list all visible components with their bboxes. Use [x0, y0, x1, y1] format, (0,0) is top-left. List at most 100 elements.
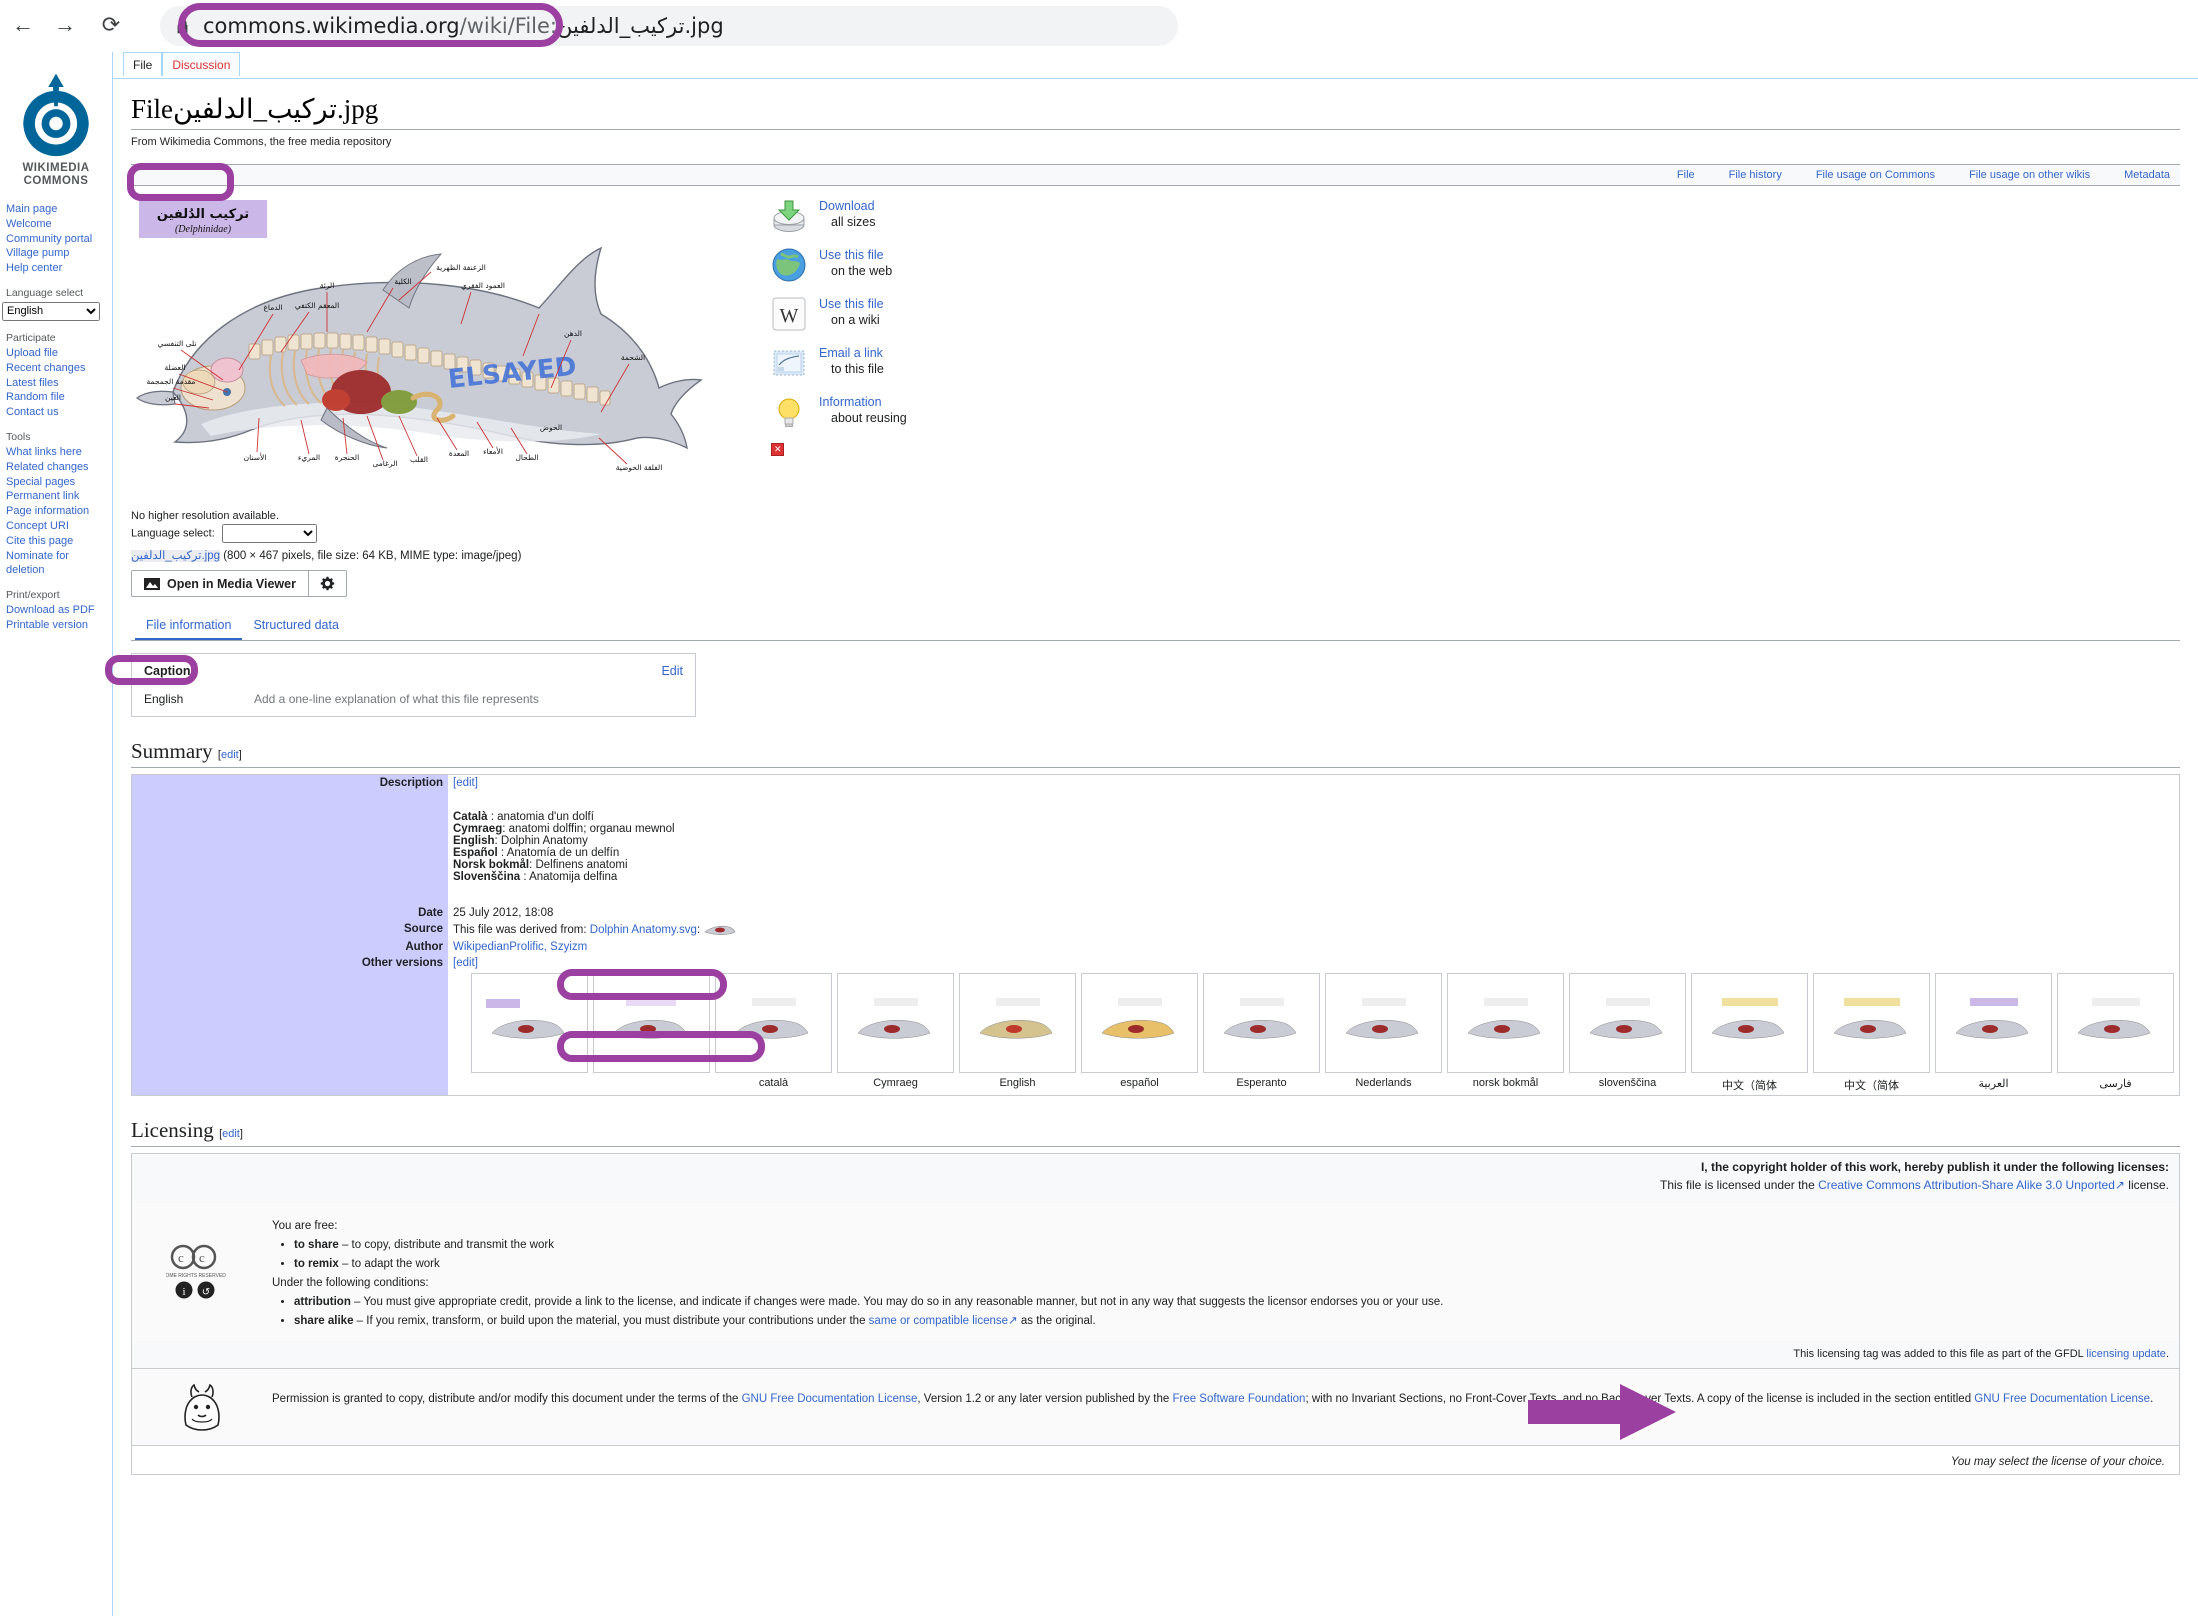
gallery-item[interactable]: norsk bokmål — [1447, 973, 1564, 1093]
forward-button[interactable]: → — [48, 8, 82, 42]
sidebar-item-special-pages[interactable]: Special pages — [6, 476, 75, 488]
sidebar-item-what-links-here[interactable]: What links here — [6, 446, 82, 458]
gallery-item[interactable]: 中文（简体 — [1813, 973, 1930, 1093]
gallery-item[interactable]: slovenščina — [1569, 973, 1686, 1093]
sidebar-item-random-file[interactable]: Random file — [6, 391, 65, 403]
caption-placeholder[interactable]: Add a one-line explanation of what this … — [254, 692, 539, 706]
gallery-item[interactable]: Esperanto — [1203, 973, 1320, 1093]
wikimedia-commons-logo[interactable] — [8, 64, 104, 160]
tab-structured-data[interactable]: Structured data — [242, 613, 349, 638]
license-link[interactable]: Creative Commons Attribution-Share Alike… — [1818, 1178, 2115, 1192]
gallery-thumb[interactable] — [1203, 973, 1320, 1073]
compatible-license-link[interactable]: same or compatible license — [869, 1315, 1008, 1327]
file-name-link[interactable]: تركيب_الدلفين.jpg — [131, 550, 220, 562]
tab-rule — [113, 78, 2198, 79]
gallery-item[interactable]: العربية — [1935, 973, 2052, 1093]
tab-file-information[interactable]: File information — [135, 613, 242, 640]
summary-edit-link[interactable]: edit — [221, 749, 239, 761]
description-lang-line: Norsk bokmål: Delfinens anatomi — [453, 859, 2174, 871]
gfdl-link-3[interactable]: GNU Free Documentation License — [1974, 1393, 2150, 1405]
reuse-option-web[interactable]: Use this file on the web — [771, 247, 1191, 291]
sidebar-item-download-as-pdf[interactable]: Download as PDF — [6, 604, 95, 616]
toc-file-usage-other-wikis[interactable]: File usage on other wikis — [1969, 169, 2090, 181]
gallery-item[interactable]: فارسی — [2057, 973, 2174, 1093]
gallery-thumb[interactable] — [1447, 973, 1564, 1073]
gallery-thumb[interactable] — [1813, 973, 1930, 1073]
captions-edit-link[interactable]: Edit — [661, 664, 683, 678]
sidebar-item-nominate-for-deletion[interactable]: Nominate for deletion — [6, 550, 69, 577]
use-on-web-link[interactable]: Use this file — [819, 248, 884, 262]
sidebar-item-village-pump[interactable]: Village pump — [6, 247, 69, 259]
description-value: [edit] Català : anatomia d'un dolfí Cymr… — [448, 775, 2180, 906]
gallery-thumb[interactable] — [1691, 973, 1808, 1073]
gallery-caption: Nederlands — [1325, 1077, 1442, 1089]
gallery-thumb[interactable] — [1569, 973, 1686, 1073]
reuse-option-email[interactable]: Email a link to this file — [771, 345, 1191, 389]
sidebar-item-related-changes[interactable]: Related changes — [6, 461, 89, 473]
gallery-item[interactable]: Cymraeg — [837, 973, 954, 1093]
other-versions-edit-link[interactable]: [edit] — [453, 957, 2174, 969]
sidebar-item-recent-changes[interactable]: Recent changes — [6, 362, 86, 374]
language-select[interactable]: English — [2, 302, 100, 321]
sidebar-item-printable-version[interactable]: Printable version — [6, 619, 88, 631]
gallery-thumb[interactable] — [1935, 973, 2052, 1073]
licensing-update-link[interactable]: licensing update — [2086, 1348, 2166, 1360]
author-link[interactable]: WikipedianProlific, Szyizm — [453, 941, 587, 953]
full-image-link[interactable]: تركيب الدُلفين (Delphinidae) — [131, 192, 731, 502]
toc-file[interactable]: File — [1677, 169, 1695, 181]
information-link[interactable]: Information — [819, 395, 882, 409]
image-label: الدهن — [564, 329, 582, 338]
toc-file-history[interactable]: File history — [1729, 169, 1782, 181]
gallery-thumb[interactable] — [471, 973, 588, 1073]
toc-metadata[interactable]: Metadata — [2124, 169, 2170, 181]
sidebar-item-main-page[interactable]: Main page — [6, 203, 57, 215]
tab-discussion[interactable]: Discussion — [162, 52, 240, 76]
sidebar-item-latest-files[interactable]: Latest files — [6, 377, 59, 389]
gallery-thumb[interactable] — [959, 973, 1076, 1073]
file-language-select[interactable] — [222, 524, 317, 543]
sidebar-item-welcome[interactable]: Welcome — [6, 218, 52, 230]
reuse-option-wiki[interactable]: W Use this file on a wiki — [771, 296, 1191, 340]
gallery-item[interactable]: 中文（简体 — [1691, 973, 1808, 1093]
gallery-item[interactable]: español — [1081, 973, 1198, 1093]
date-label: Date — [132, 905, 449, 921]
gallery-thumb[interactable] — [837, 973, 954, 1073]
gallery-thumb[interactable] — [2057, 973, 2174, 1073]
gfdl-link-2[interactable]: Free Software Foundation — [1172, 1393, 1305, 1405]
reuse-option-information[interactable]: Information about reusing — [771, 394, 1191, 438]
source-link[interactable]: Dolphin Anatomy.svg — [590, 924, 697, 936]
sidebar-item-contact-us[interactable]: Contact us — [6, 406, 59, 418]
reload-button[interactable]: ⟳ — [94, 8, 128, 42]
licensing-edit-link[interactable]: edit — [222, 1128, 240, 1140]
use-on-wiki-link[interactable]: Use this file — [819, 297, 884, 311]
sidebar-item-permanent-link[interactable]: Permanent link — [6, 490, 79, 502]
sidebar-item-community-portal[interactable]: Community portal — [6, 233, 92, 245]
sidebar-item-concept-uri[interactable]: Concept URI — [6, 520, 69, 532]
back-button[interactable]: ← — [6, 8, 40, 42]
sidebar-item-page-information[interactable]: Page information — [6, 505, 89, 517]
sidebar-item-cite-this-page[interactable]: Cite this page — [6, 535, 73, 547]
reuse-option-download[interactable]: Download all sizes — [771, 198, 1191, 242]
sidebar-item-upload-file[interactable]: Upload file — [6, 347, 58, 359]
open-in-media-viewer-button[interactable]: Open in Media Viewer — [132, 571, 308, 596]
gallery-item[interactable]: Nederlands — [1325, 973, 1442, 1093]
tab-file[interactable]: File — [123, 52, 162, 76]
sidebar-item-help-center[interactable]: Help center — [6, 262, 62, 274]
download-link[interactable]: Download — [819, 199, 875, 213]
address-bar[interactable]: commons.wikimedia.org/wiki/File:تركيب_ال… — [160, 6, 1178, 46]
gallery-thumb[interactable] — [1325, 973, 1442, 1073]
description-edit-link[interactable]: [edit] — [453, 777, 2174, 789]
email-link[interactable]: Email a link — [819, 346, 883, 360]
gallery-thumb[interactable] — [593, 973, 710, 1073]
gallery-thumb[interactable] — [715, 973, 832, 1073]
dolphin-anatomy-image[interactable]: تركيب الدُلفين (Delphinidae) — [131, 192, 731, 502]
summary-edit-section: [edit] — [218, 749, 242, 761]
media-viewer-settings-button[interactable] — [308, 571, 346, 596]
gallery-item[interactable] — [471, 973, 588, 1093]
gfdl-link-1[interactable]: GNU Free Documentation License — [742, 1393, 918, 1405]
gallery-item[interactable]: English — [959, 973, 1076, 1093]
toc-file-usage-commons[interactable]: File usage on Commons — [1816, 169, 1935, 181]
gallery-thumb[interactable] — [1081, 973, 1198, 1073]
gallery-item[interactable]: català — [715, 973, 832, 1093]
gallery-item[interactable] — [593, 973, 710, 1093]
